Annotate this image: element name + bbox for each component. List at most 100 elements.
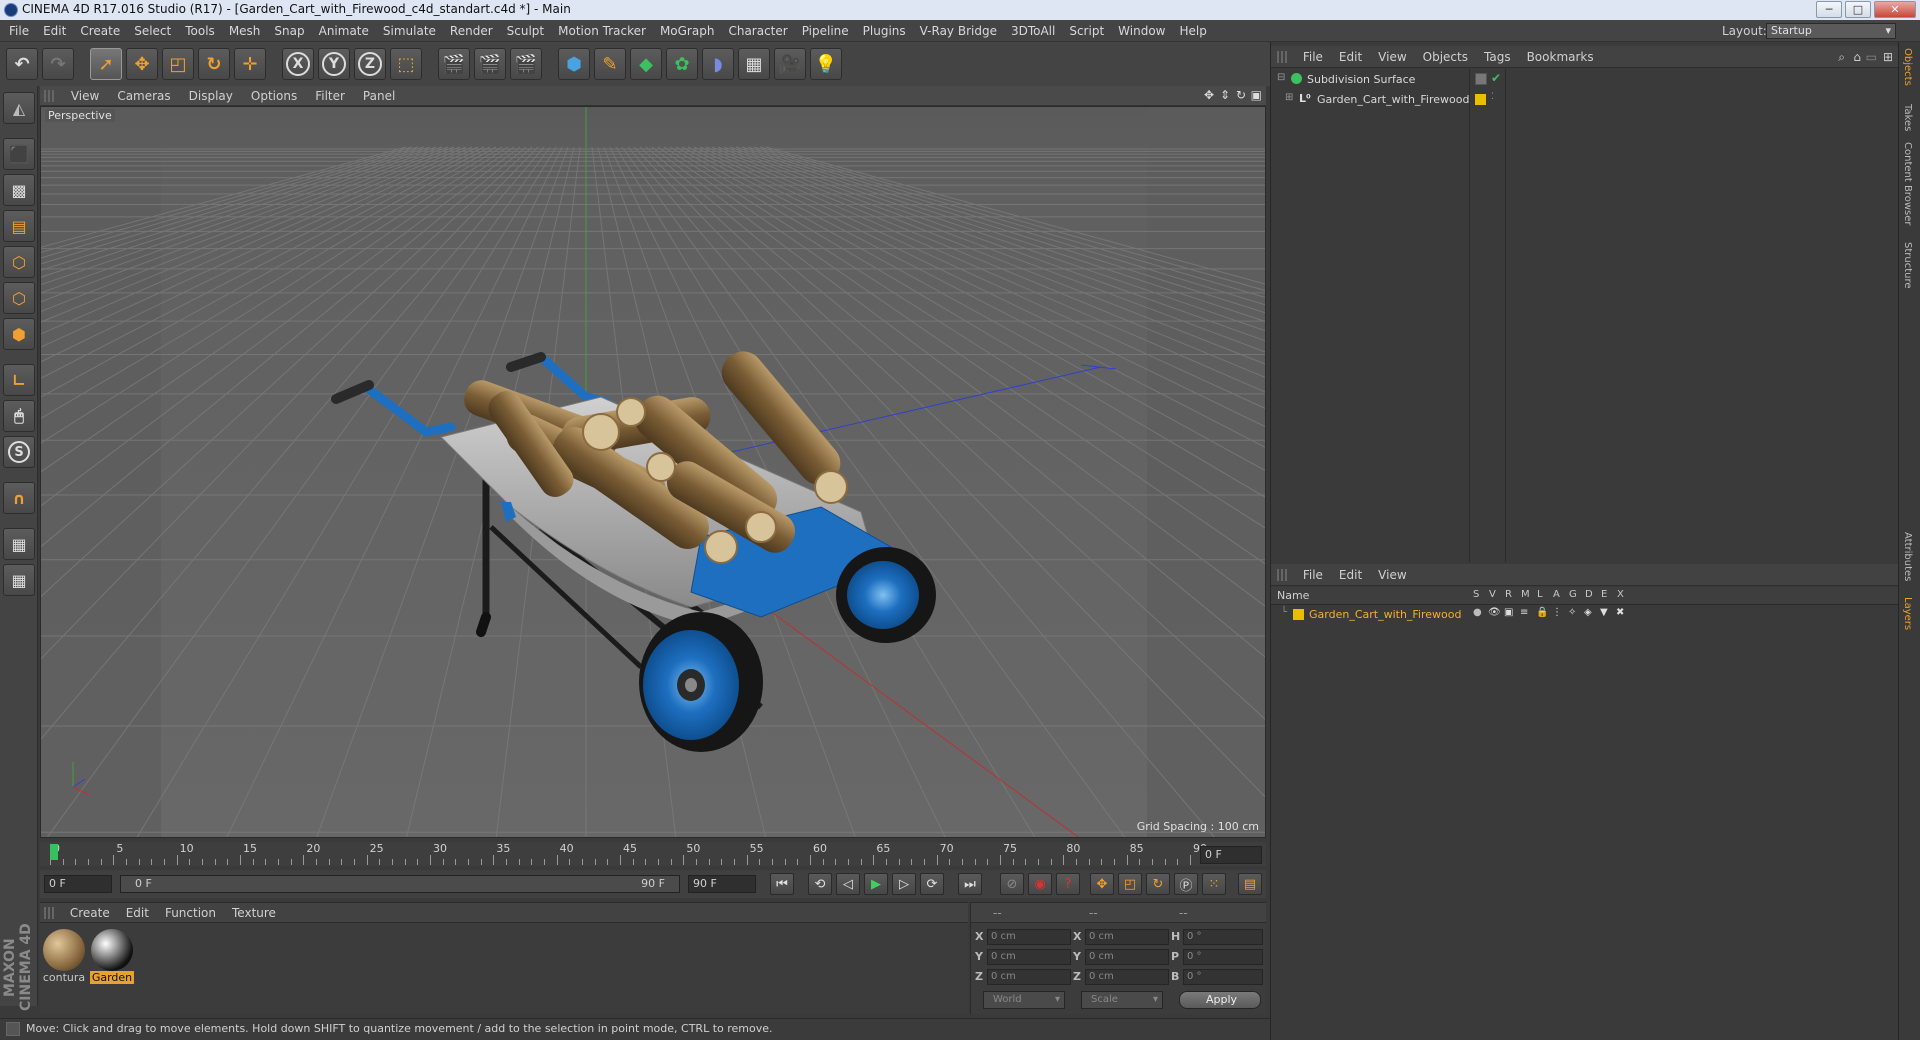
menu-sculpt[interactable]: Sculpt <box>500 20 551 42</box>
undo-button[interactable]: ↶ <box>6 48 38 80</box>
current-frame-field[interactable]: 0 F <box>1200 846 1262 864</box>
next-frame-button[interactable]: ▷ <box>892 873 916 895</box>
make-editable-button[interactable]: ◭ <box>3 92 35 124</box>
add-floor-button[interactable]: ▦ <box>738 48 770 80</box>
layer-color-swatch[interactable] <box>1293 609 1304 620</box>
solo-dot-icon[interactable]: ● <box>1473 607 1482 618</box>
tab-structure[interactable]: Structure <box>1902 242 1913 289</box>
pan-view-icon[interactable]: ✥ <box>1204 88 1214 102</box>
menu-edit[interactable]: Edit <box>36 20 73 42</box>
viewport-menu-filter[interactable]: Filter <box>306 86 354 106</box>
layout-select[interactable]: Startup ▾ <box>1766 23 1896 39</box>
home-icon[interactable]: ⌂ <box>1853 46 1861 68</box>
menu-3dtoall[interactable]: 3DToAll <box>1004 20 1062 42</box>
layer-col-x[interactable]: X <box>1617 589 1624 600</box>
menu-simulate[interactable]: Simulate <box>376 20 443 42</box>
timeline-window-button[interactable]: ▤ <box>1238 873 1262 895</box>
object-menu-objects[interactable]: Objects <box>1415 46 1476 68</box>
tab-content-browser[interactable]: Content Browser <box>1902 142 1913 225</box>
add-light-button[interactable]: 💡 <box>810 48 842 80</box>
layer-col-v[interactable]: V <box>1489 589 1496 600</box>
axis-mode-button[interactable]: ∟ <box>3 364 35 396</box>
layer-col-s[interactable]: S <box>1473 589 1479 600</box>
next-key-button[interactable]: ⟳ <box>920 873 944 895</box>
key-pla-button[interactable]: ⁙ <box>1202 873 1226 895</box>
menu-select[interactable]: Select <box>127 20 178 42</box>
menu-create[interactable]: Create <box>73 20 127 42</box>
add-camera-button[interactable]: 🎥 <box>774 48 806 80</box>
expression-icon[interactable]: ▼ <box>1600 607 1608 618</box>
layer-col-g[interactable]: G <box>1569 589 1577 600</box>
key-parameter-button[interactable]: Ⓟ <box>1174 873 1198 895</box>
rot-h-field[interactable]: 0 ° <box>1183 929 1263 945</box>
material-garden[interactable]: Garden <box>90 929 134 984</box>
menu-render[interactable]: Render <box>443 20 500 42</box>
material-contura[interactable]: contura <box>42 929 86 984</box>
object-menu-file[interactable]: File <box>1295 46 1331 68</box>
workplane-mode-button[interactable]: ▤ <box>3 210 35 242</box>
close-button[interactable]: ✕ <box>1874 1 1916 18</box>
previous-key-button[interactable]: ⟲ <box>808 873 832 895</box>
render-icon[interactable]: ▣ <box>1504 607 1513 618</box>
object-menu-bookmarks[interactable]: Bookmarks <box>1519 46 1602 68</box>
rot-b-field[interactable]: 0 ° <box>1183 969 1263 985</box>
layer-menu-file[interactable]: File <box>1295 564 1331 586</box>
z-axis-button[interactable]: Z <box>354 48 386 80</box>
size-mode-select[interactable]: Scale ▾ <box>1081 991 1163 1009</box>
timeline-ruler[interactable]: 051015202530354045505560657075808590 0 F <box>40 842 1266 866</box>
perspective-viewport[interactable]: Perspective Grid Spacing : 100 cm <box>40 106 1266 838</box>
material-menu-edit[interactable]: Edit <box>118 903 157 923</box>
viewport-menu-display[interactable]: Display <box>180 86 242 106</box>
menu-script[interactable]: Script <box>1062 20 1111 42</box>
pos-z-field[interactable]: 0 cm <box>987 969 1071 985</box>
generator-icon[interactable]: ✧ <box>1568 607 1576 618</box>
rotate-tool-button[interactable]: ↻ <box>198 48 230 80</box>
tweak-mode-button[interactable]: 🖱 <box>3 400 35 432</box>
move-tool-button[interactable]: ✥ <box>126 48 158 80</box>
add-deformer-button[interactable]: ◗ <box>702 48 734 80</box>
add-generator-button[interactable]: ◆ <box>630 48 662 80</box>
layer-menu-view[interactable]: View <box>1370 564 1414 586</box>
menu-mesh[interactable]: Mesh <box>222 20 268 42</box>
apply-button[interactable]: Apply <box>1179 991 1261 1009</box>
maximize-button[interactable]: □ <box>1845 1 1871 18</box>
viewport-menu-cameras[interactable]: Cameras <box>108 86 179 106</box>
zoom-view-icon[interactable]: ⇕ <box>1220 88 1230 102</box>
maximize-view-icon[interactable]: ▣ <box>1251 88 1262 102</box>
rot-p-field[interactable]: 0 ° <box>1183 949 1263 965</box>
size-y-field[interactable]: 0 cm <box>1085 949 1169 965</box>
layer-col-l[interactable]: L <box>1537 589 1543 600</box>
menu-help[interactable]: Help <box>1172 20 1213 42</box>
object-row-subdivision-surface[interactable]: ⊟ Subdivision Surface ✔ <box>1271 71 1899 89</box>
x-axis-button[interactable]: X <box>282 48 314 80</box>
live-selection-button[interactable]: ➚ <box>90 48 122 80</box>
recent-tool-button[interactable]: ✛ <box>234 48 266 80</box>
visibility-dots-icon[interactable]: ⁚ <box>1491 92 1494 102</box>
keyframe-selection-button[interactable]: ⊘ <box>1000 873 1024 895</box>
menu-plugins[interactable]: Plugins <box>856 20 913 42</box>
menu-window[interactable]: Window <box>1111 20 1172 42</box>
viewport-menu-panel[interactable]: Panel <box>354 86 404 106</box>
material-menu-create[interactable]: Create <box>62 903 118 923</box>
pos-y-field[interactable]: 0 cm <box>987 949 1071 965</box>
viewport-menu-options[interactable]: Options <box>242 86 306 106</box>
edges-mode-button[interactable]: ⬡ <box>3 282 35 314</box>
menu-pipeline[interactable]: Pipeline <box>795 20 856 42</box>
deformer-icon[interactable]: ◈ <box>1584 607 1592 618</box>
viewport-menu-view[interactable]: View <box>62 86 108 106</box>
material-menu-texture[interactable]: Texture <box>224 903 284 923</box>
size-z-field[interactable]: 0 cm <box>1085 969 1169 985</box>
solo-mode-button[interactable]: S <box>3 436 35 468</box>
menu-file[interactable]: File <box>2 20 36 42</box>
tab-objects[interactable]: Objects <box>1902 48 1913 86</box>
tab-attributes[interactable]: Attributes <box>1902 532 1913 581</box>
end-frame-field[interactable]: 90 F <box>688 875 756 893</box>
y-axis-button[interactable]: Y <box>318 48 350 80</box>
play-button[interactable]: ▶ <box>864 873 888 895</box>
model-mode-button[interactable]: ⬛ <box>3 138 35 170</box>
layer-col-m[interactable]: M <box>1521 589 1530 600</box>
points-mode-button[interactable]: ⬡ <box>3 246 35 278</box>
pos-x-field[interactable]: 0 cm <box>987 929 1071 945</box>
expand-icon[interactable]: ⊞ <box>1883 46 1893 68</box>
frame-range-slider[interactable]: 0 F 90 F <box>120 875 680 893</box>
